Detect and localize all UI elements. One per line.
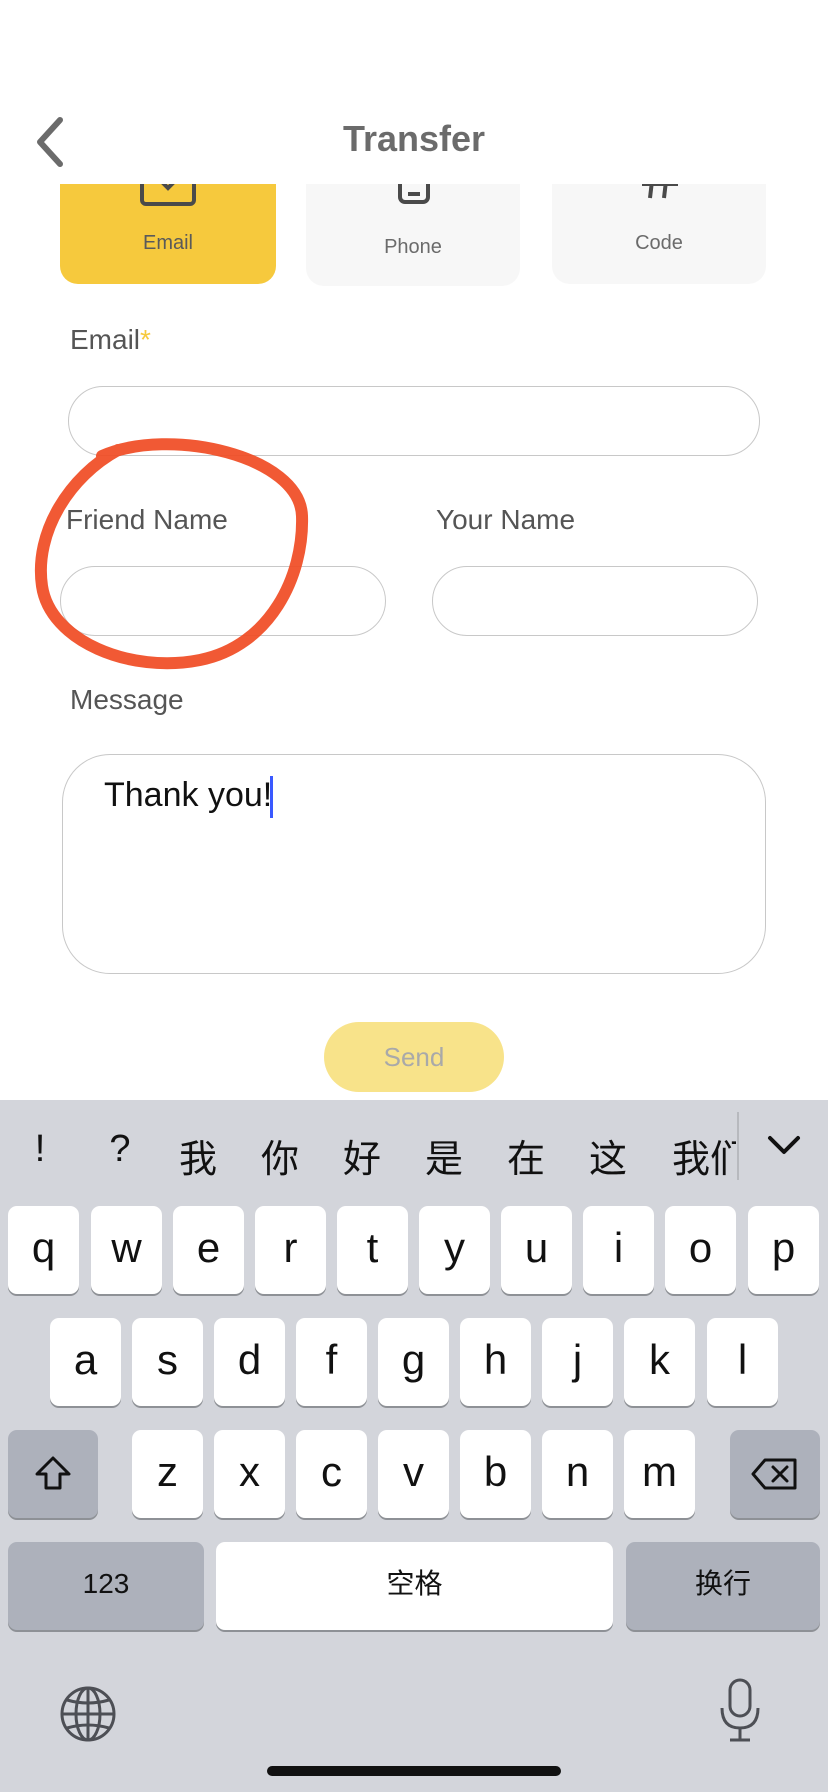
key-i[interactable]: i [583,1206,654,1294]
key-n[interactable]: n [542,1430,613,1518]
email-field[interactable] [68,386,760,456]
method-label-code: Code [635,232,683,254]
key-t[interactable]: t [337,1206,408,1294]
text-cursor [270,776,273,818]
candidate-8[interactable]: 这 [578,1128,638,1183]
key-a[interactable]: a [50,1318,121,1406]
backspace-key[interactable] [730,1430,820,1518]
candidate-1[interactable]: ! [10,1128,70,1171]
numbers-key[interactable]: 123 [8,1542,204,1630]
home-indicator[interactable] [267,1766,561,1776]
key-u[interactable]: u [501,1206,572,1294]
key-g[interactable]: g [378,1318,449,1406]
key-k[interactable]: k [624,1318,695,1406]
key-l[interactable]: l [707,1318,778,1406]
key-q[interactable]: q [8,1206,79,1294]
candidate-4[interactable]: 你 [250,1128,310,1183]
friend-name-field[interactable] [60,566,386,636]
method-label-phone: Phone [384,236,442,258]
friend-name-label: Friend Name [66,504,228,535]
send-button[interactable]: Send [324,1022,504,1092]
key-b[interactable]: b [460,1430,531,1518]
key-h[interactable]: h [460,1318,531,1406]
header-bar: Transfer [0,0,828,184]
key-z[interactable]: z [132,1430,203,1518]
key-d[interactable]: d [214,1318,285,1406]
key-j[interactable]: j [542,1318,613,1406]
key-w[interactable]: w [91,1206,162,1294]
shift-icon [35,1456,71,1490]
candidate-divider [737,1112,739,1180]
key-m[interactable]: m [624,1430,695,1518]
candidate-5[interactable]: 好 [332,1128,392,1183]
backspace-icon [751,1458,797,1490]
method-label-email: Email [142,232,193,254]
key-v[interactable]: v [378,1430,449,1518]
shift-key[interactable] [8,1430,98,1518]
required-mark: * [140,324,151,355]
key-c[interactable]: c [296,1430,367,1518]
key-y[interactable]: y [419,1206,490,1294]
email-label: Email* [70,324,151,355]
page-title: Transfer [342,118,486,159]
your-name-field[interactable] [432,566,758,636]
key-o[interactable]: o [665,1206,736,1294]
message-text: Thank you! [104,776,273,814]
return-key[interactable]: 换行 [626,1542,820,1630]
key-x[interactable]: x [214,1430,285,1518]
candidate-9[interactable]: 我们 [672,1128,736,1183]
candidate-2[interactable]: ? [90,1128,150,1171]
key-p[interactable]: p [748,1206,819,1294]
key-r[interactable]: r [255,1206,326,1294]
message-label: Message [70,684,184,715]
space-key[interactable]: 空格 [216,1542,613,1630]
key-f[interactable]: f [296,1318,367,1406]
candidate-6[interactable]: 是 [414,1128,474,1183]
microphone-icon[interactable] [718,1676,762,1746]
your-name-label: Your Name [436,504,576,535]
keyboard-collapse-icon[interactable] [764,1126,804,1166]
key-s[interactable]: s [132,1318,203,1406]
globe-icon[interactable] [56,1682,120,1746]
annotation-circle [34,438,309,670]
key-e[interactable]: e [173,1206,244,1294]
candidate-7[interactable]: 在 [496,1128,556,1183]
candidate-3[interactable]: 我 [168,1128,228,1183]
